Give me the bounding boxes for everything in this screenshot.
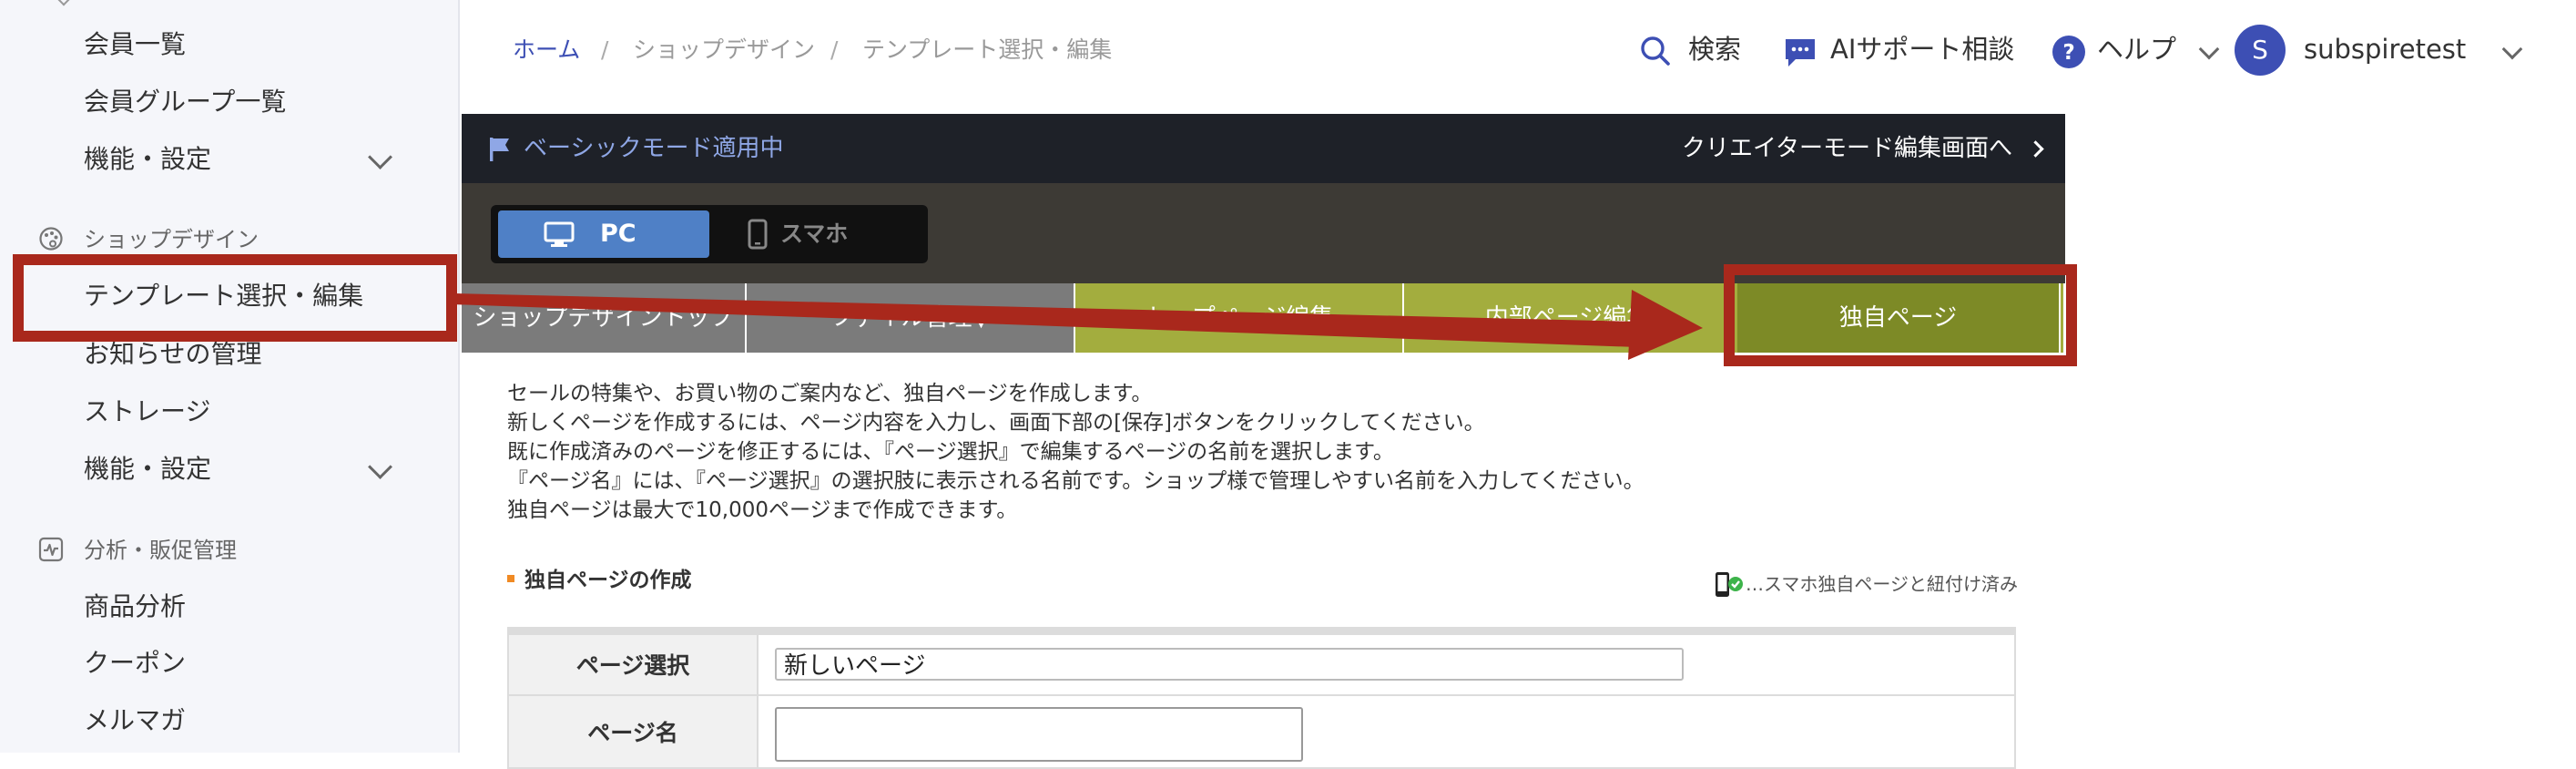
annotation-arrow [452, 290, 1703, 360]
